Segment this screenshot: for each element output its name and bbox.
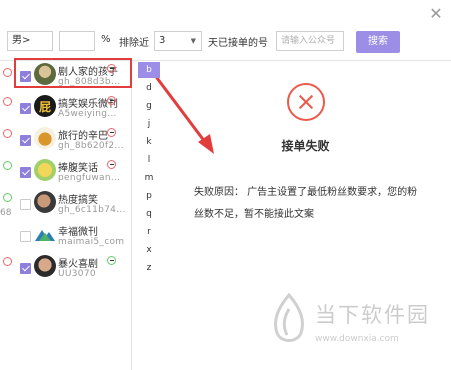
list-item[interactable]: 旅行的辛巴 gh_8b620f2... <box>0 124 131 160</box>
avatar <box>34 255 56 277</box>
letter-index-item[interactable]: l <box>138 152 160 168</box>
letter-index-item[interactable]: k <box>138 134 160 150</box>
avatar <box>34 223 56 245</box>
account-checkbox[interactable] <box>20 135 31 146</box>
account-id: gh_6c11b74... <box>58 205 126 215</box>
account-list: 剧人家的孩子 gh_808d3b... 屁 搞笑娱乐微刊 A5weiying..… <box>0 60 132 370</box>
gender-select-value: 男> <box>12 35 31 46</box>
account-id: A5weiying... <box>58 109 117 119</box>
letter-index-item[interactable]: x <box>138 242 160 258</box>
letter-index-item[interactable]: z <box>138 260 160 276</box>
remove-icon[interactable] <box>107 96 116 105</box>
letter-index-item[interactable]: j <box>138 116 160 132</box>
letter-index: b d g j k l m p q r x z <box>138 60 160 370</box>
error-icon <box>287 83 325 121</box>
account-checkbox[interactable] <box>20 263 31 274</box>
account-name: 暴火喜剧 <box>58 259 98 270</box>
watermark-text: 当下软件园 <box>315 303 430 327</box>
remove-icon[interactable] <box>107 160 116 169</box>
side-count: 68 <box>0 208 12 218</box>
account-name: 热度搞笑 <box>58 195 98 206</box>
result-title: 接单失败 <box>281 139 330 153</box>
list-item[interactable]: 幸福微刊 maimai5_com <box>0 220 131 256</box>
account-name: 捧腹笑话 <box>58 163 98 174</box>
account-checkbox[interactable] <box>20 103 31 114</box>
avatar <box>34 127 56 149</box>
letter-index-item[interactable]: d <box>138 80 160 96</box>
list-item[interactable]: 屁 搞笑娱乐微刊 A5weiying... <box>0 92 131 128</box>
status-icon <box>3 161 12 170</box>
status-icon <box>3 97 12 106</box>
status-icon <box>3 68 12 77</box>
status-ok-icon <box>107 256 116 265</box>
remove-icon[interactable] <box>107 128 116 137</box>
list-item[interactable]: 捧腹笑话 pengfuwan... <box>0 156 131 192</box>
list-item[interactable]: 68 热度搞笑 gh_6c11b74... <box>0 188 131 224</box>
account-name: 旅行的辛巴 <box>58 131 108 142</box>
fans-percent-input[interactable] <box>59 31 95 51</box>
letter-index-item[interactable]: b <box>138 62 160 78</box>
status-icon <box>3 129 12 138</box>
account-checkbox[interactable] <box>20 199 31 210</box>
status-icon <box>3 257 12 266</box>
search-button[interactable]: 搜索 <box>356 31 400 53</box>
avatar <box>34 191 56 213</box>
letter-index-item[interactable]: r <box>138 224 160 240</box>
letter-index-item[interactable]: p <box>138 188 160 204</box>
letter-index-item[interactable]: g <box>138 98 160 114</box>
days-suffix-label: 天已接单的号 <box>208 38 268 49</box>
avatar <box>34 159 56 181</box>
letter-index-item[interactable]: m <box>138 170 160 186</box>
watermark-url: www.downxia.com <box>315 334 399 344</box>
selection-highlight <box>14 58 132 88</box>
account-id: maimai5_com <box>58 237 125 247</box>
days-select[interactable]: 3 ▼ <box>154 31 202 51</box>
filter-toolbar: ✕ 男> % 排除近 3 ▼ 天已接单的号 请输入公众号 搜索 <box>0 0 451 61</box>
account-id: gh_8b620f2... <box>58 141 124 151</box>
avatar-glyph: 屁 <box>39 100 52 114</box>
account-checkbox[interactable] <box>20 231 31 242</box>
account-id: pengfuwan... <box>58 173 121 183</box>
percent-sign: % <box>101 34 111 45</box>
account-search-input[interactable]: 请输入公众号 <box>276 31 344 51</box>
watermark-logo-icon <box>274 293 304 342</box>
failure-reason: 失败原因： 广告主设置了最低粉丝数要求，您的粉丝数不足，暂不能接此文案 <box>194 187 418 220</box>
list-item[interactable]: 暴火喜剧 UU3070 <box>0 252 131 288</box>
account-checkbox[interactable] <box>20 167 31 178</box>
account-name: 幸福微刊 <box>58 227 98 238</box>
exclude-label: 排除近 <box>119 38 149 49</box>
gender-select[interactable]: 男> <box>7 31 53 51</box>
letter-index-item[interactable]: q <box>138 206 160 222</box>
mountain-logo-icon <box>35 230 55 241</box>
chevron-down-icon: ▼ <box>190 37 196 45</box>
avatar: 屁 <box>34 95 56 117</box>
account-id: UU3070 <box>58 269 96 279</box>
watermark: 当下软件园 www.downxia.com <box>267 291 447 361</box>
close-icon[interactable]: ✕ <box>428 6 444 22</box>
status-icon <box>3 193 12 202</box>
